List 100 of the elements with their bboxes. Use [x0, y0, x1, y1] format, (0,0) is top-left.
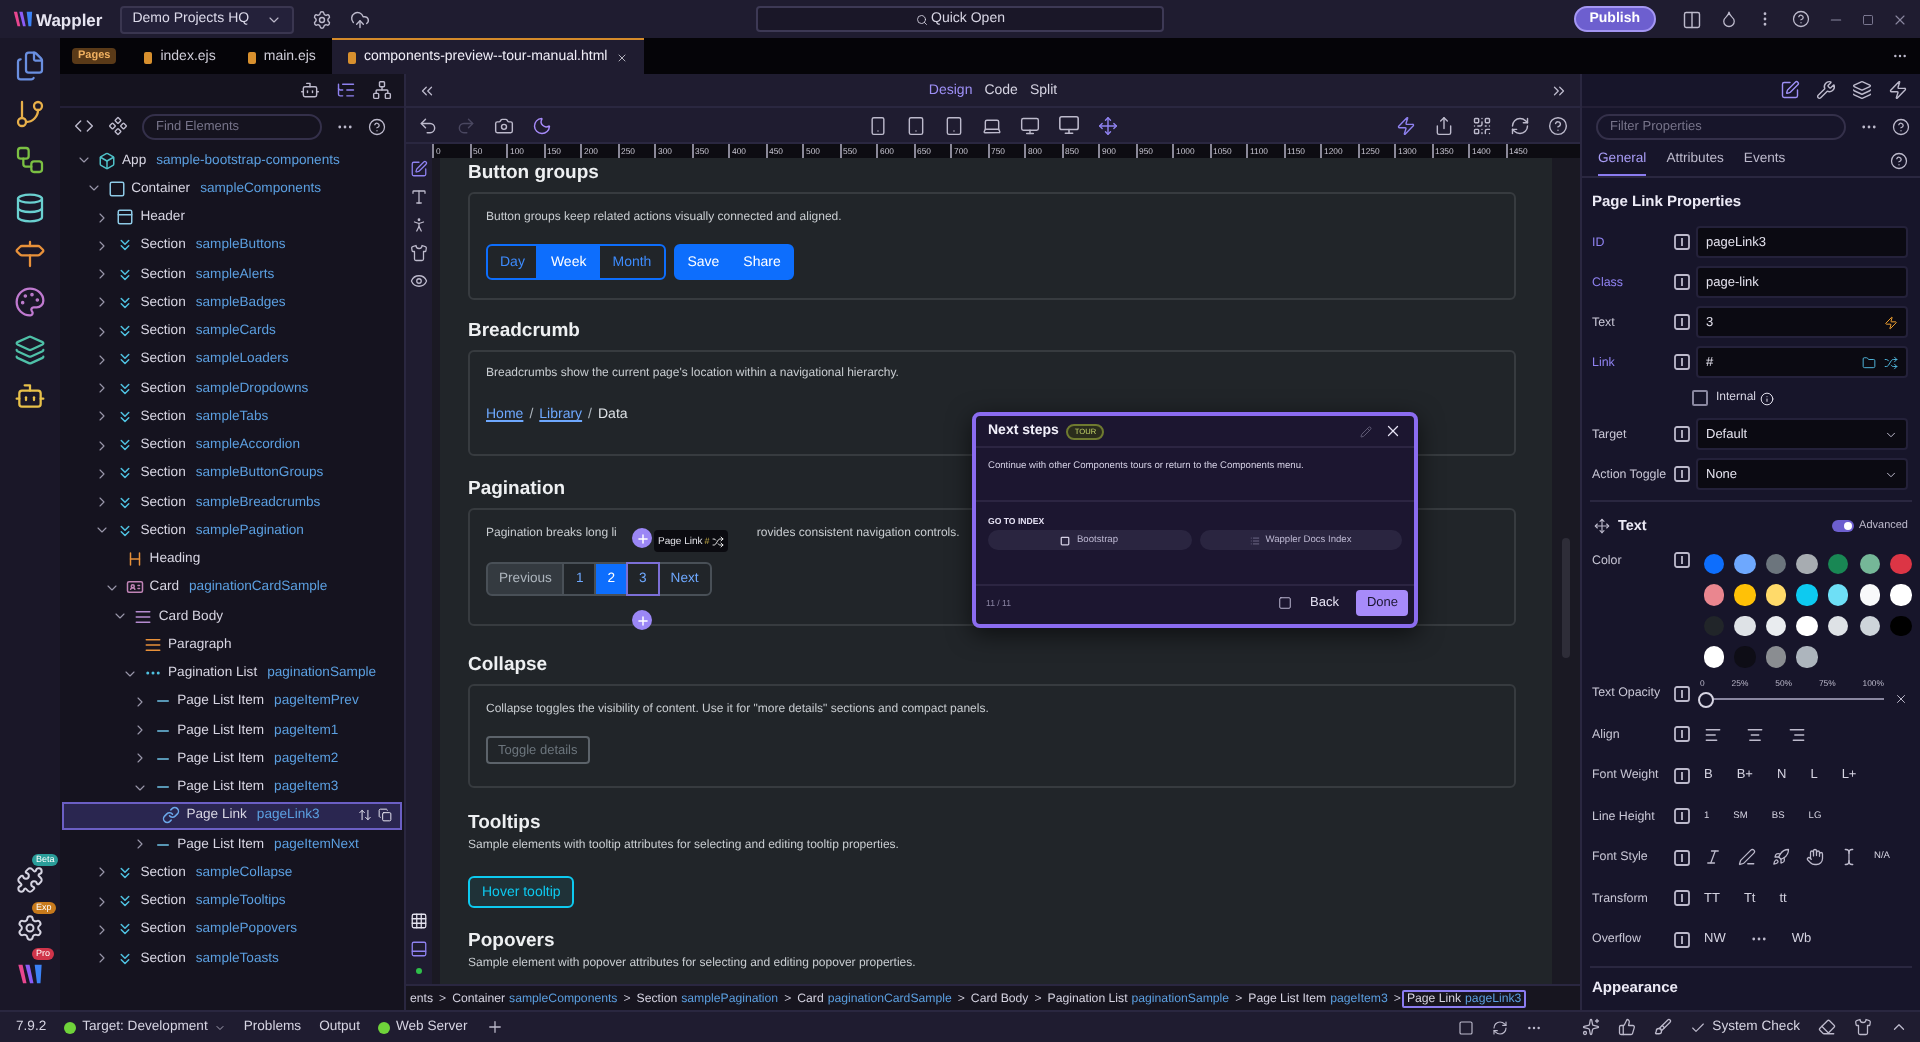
shirt-icon[interactable]	[1854, 1018, 1872, 1036]
color-swatch[interactable]	[1796, 615, 1818, 637]
files-icon[interactable]	[14, 50, 46, 82]
settings-icon[interactable]	[311, 9, 332, 29]
color-swatch[interactable]	[1765, 584, 1787, 606]
help-icon[interactable]	[1548, 115, 1569, 135]
bind-icon[interactable]	[1674, 931, 1690, 948]
color-swatch[interactable]	[1827, 584, 1849, 606]
color-swatch[interactable]	[1734, 615, 1756, 637]
workflow-icon[interactable]	[14, 144, 46, 177]
color-swatch[interactable]	[1859, 584, 1881, 606]
chevron-up-icon[interactable]	[1890, 1018, 1908, 1036]
help-icon[interactable]	[368, 117, 386, 135]
color-swatch[interactable]	[1890, 553, 1912, 575]
pen-icon[interactable]	[1738, 848, 1756, 867]
bolt-icon[interactable]	[1884, 315, 1898, 329]
collapse-right-icon[interactable]	[1550, 81, 1568, 99]
bind-icon[interactable]	[1674, 849, 1690, 866]
database-icon[interactable]	[14, 191, 46, 224]
bind-icon[interactable]	[1674, 726, 1690, 743]
laptop-icon[interactable]	[982, 115, 1002, 135]
desktop-icon[interactable]	[1020, 115, 1040, 135]
bind-icon[interactable]	[1674, 552, 1690, 568]
bind-icon[interactable]	[1674, 767, 1690, 784]
color-swatch[interactable]	[1796, 584, 1818, 606]
text-icon[interactable]	[410, 188, 428, 206]
color-swatch[interactable]	[1703, 646, 1725, 668]
shirt-icon[interactable]	[410, 244, 428, 262]
stack-icon[interactable]	[1852, 80, 1872, 100]
bind-icon[interactable]	[1674, 685, 1690, 702]
bolt-icon[interactable]	[1888, 80, 1908, 100]
tools-icon[interactable]	[1816, 80, 1836, 100]
share-icon[interactable]	[1434, 115, 1455, 135]
monitor-icon[interactable]	[1058, 114, 1080, 136]
bind-icon[interactable]	[1674, 890, 1690, 907]
color-swatch[interactable]	[1734, 553, 1756, 575]
color-swatch[interactable]	[1859, 615, 1881, 637]
puzzle-icon[interactable]	[16, 866, 44, 895]
copy-icon[interactable]	[378, 808, 392, 823]
align-left-icon[interactable]	[1704, 725, 1722, 744]
bind-icon[interactable]	[1674, 314, 1690, 330]
move-icon[interactable]	[1594, 517, 1610, 533]
settings-icon[interactable]	[16, 913, 44, 942]
checkbox[interactable]	[1692, 390, 1708, 406]
signpost-icon[interactable]	[14, 238, 46, 271]
color-swatch[interactable]	[1703, 584, 1725, 606]
droplet-icon[interactable]	[1720, 10, 1738, 28]
square-icon[interactable]	[1278, 596, 1292, 610]
eraser-icon[interactable]	[1818, 1018, 1836, 1036]
add-button[interactable]	[632, 528, 653, 548]
list-icon[interactable]	[336, 80, 356, 100]
figure-icon[interactable]	[410, 216, 428, 234]
italic-icon[interactable]	[1704, 848, 1722, 867]
bind-icon[interactable]	[1674, 274, 1690, 290]
bind-icon[interactable]	[1674, 354, 1690, 370]
color-swatch[interactable]	[1703, 553, 1725, 575]
color-swatch[interactable]	[1765, 646, 1787, 668]
color-swatch[interactable]	[1827, 615, 1849, 637]
camera-icon[interactable]	[494, 115, 514, 135]
cloud-icon[interactable]	[349, 9, 370, 29]
help-icon[interactable]	[1792, 10, 1810, 28]
close-icon[interactable]	[615, 51, 628, 63]
thumbs-up-icon[interactable]	[1618, 1018, 1637, 1036]
color-swatch[interactable]	[1765, 615, 1787, 637]
help-icon[interactable]	[1890, 151, 1908, 169]
help-icon[interactable]	[1892, 117, 1910, 135]
add-icon[interactable]	[485, 1018, 504, 1036]
color-swatch[interactable]	[1796, 553, 1818, 575]
text-cursor-icon[interactable]	[1840, 848, 1858, 867]
collapse-left-icon[interactable]	[418, 81, 436, 99]
edit-icon[interactable]	[410, 160, 428, 178]
square-icon[interactable]	[1458, 1019, 1475, 1035]
color-swatch[interactable]	[1796, 646, 1818, 668]
phone-icon[interactable]	[868, 115, 888, 135]
rocket-icon[interactable]	[1772, 848, 1790, 867]
bolt-icon[interactable]	[1396, 115, 1417, 135]
bind-icon[interactable]	[1674, 466, 1690, 482]
color-swatch[interactable]	[1765, 553, 1787, 575]
bind-icon[interactable]	[1674, 234, 1690, 250]
layers-icon[interactable]	[14, 333, 46, 366]
edit-icon[interactable]	[1780, 80, 1800, 100]
component-icon[interactable]	[108, 116, 128, 136]
grid-icon[interactable]	[410, 912, 428, 930]
refresh-icon[interactable]	[1510, 115, 1531, 135]
bind-icon[interactable]	[1674, 808, 1690, 825]
color-swatch[interactable]	[1890, 615, 1912, 637]
pencil-icon[interactable]	[1360, 425, 1372, 437]
clear-icon[interactable]	[1894, 692, 1908, 707]
color-swatch[interactable]	[1859, 553, 1881, 575]
restore-icon[interactable]	[1862, 13, 1874, 25]
brush-icon[interactable]	[1654, 1018, 1673, 1036]
palette-icon[interactable]	[14, 285, 46, 318]
hierarchy-icon[interactable]	[372, 80, 392, 100]
align-right-icon[interactable]	[1788, 725, 1806, 744]
hand-icon[interactable]	[1806, 848, 1824, 867]
shuffle-icon[interactable]	[1884, 355, 1898, 369]
slider-thumb[interactable]	[1698, 691, 1714, 708]
qr-code-icon[interactable]	[1472, 115, 1493, 135]
color-swatch[interactable]	[1734, 584, 1756, 606]
move-icon[interactable]	[1098, 115, 1118, 135]
